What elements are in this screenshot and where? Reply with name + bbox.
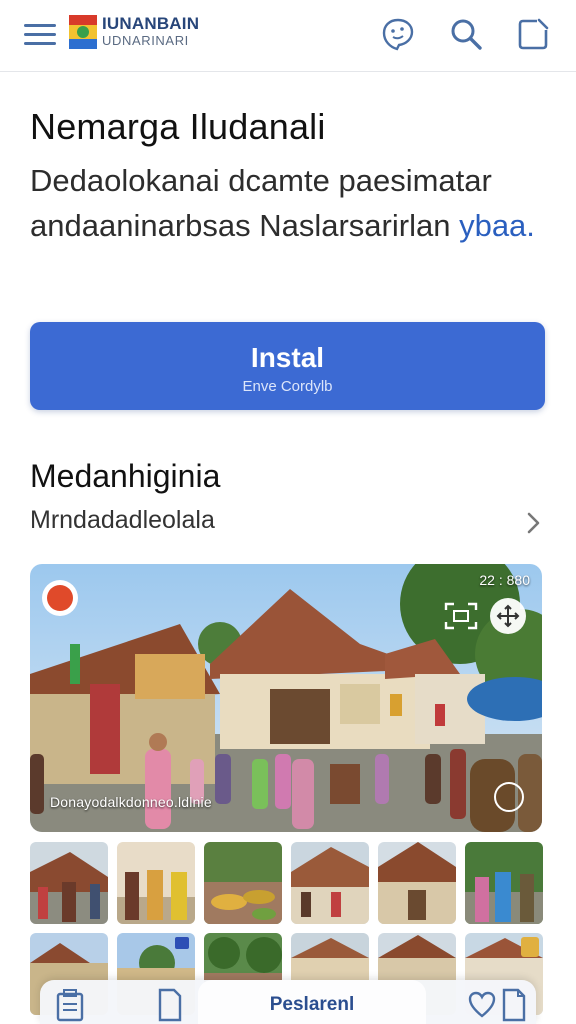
thumbnail-1[interactable] <box>30 842 108 924</box>
top-app-bar: IUNANBAIN UDNARINARI <box>0 0 576 72</box>
thumbnail-3[interactable] <box>204 842 282 924</box>
brand-title: IUNANBAIN <box>102 14 200 33</box>
description-text: Dedaolokanai dcamte paesimatar andaanina… <box>30 163 492 243</box>
thumbnail-2[interactable] <box>117 842 195 924</box>
photo-caption: Donayodalkdonneo.ldlnie <box>50 794 212 810</box>
page-title: Nemarga Iludanali <box>30 106 326 147</box>
edit-icon[interactable] <box>515 16 551 52</box>
search-icon[interactable] <box>448 16 484 52</box>
bottom-navigation: Peslarenl <box>40 980 536 1024</box>
file-icon[interactable] <box>498 988 530 1022</box>
thumbnail-6[interactable] <box>465 842 543 924</box>
brand-subtitle: UDNARINARI <box>102 33 189 48</box>
emblem-logo <box>69 15 97 49</box>
face-icon[interactable] <box>380 16 416 52</box>
document-icon[interactable] <box>54 988 86 1022</box>
install-button[interactable]: Instal Enve Cordylb <box>30 322 545 410</box>
page-description: Dedaolokanai dcamte paesimatar andaanina… <box>30 158 550 248</box>
menu-icon[interactable] <box>24 22 58 48</box>
thumbnail-4[interactable] <box>291 842 369 924</box>
play-icon[interactable] <box>494 782 524 812</box>
install-button-label: Instal <box>250 342 325 373</box>
install-button-sublabel: Enve Cordylb <box>242 378 333 395</box>
move-icon[interactable] <box>490 598 526 634</box>
page-icon[interactable] <box>154 988 186 1022</box>
chevron-right-icon[interactable] <box>520 508 546 538</box>
thumbnail-5[interactable] <box>378 842 456 924</box>
heart-icon[interactable] <box>466 988 498 1022</box>
section-subtitle: Mrndadadleolala <box>30 506 215 534</box>
location-badge-icon <box>42 580 78 616</box>
scan-icon[interactable] <box>444 602 478 630</box>
photo-timestamp: 22 : 880 <box>479 572 530 588</box>
brand-name: IUNANBAIN UDNARINARI <box>102 14 199 49</box>
active-tab-label: Peslarenl <box>269 994 355 1015</box>
featured-village-photo[interactable]: 22 : 880 Donayodalkdonneo.ldlnie <box>30 564 542 832</box>
description-link[interactable]: ybaa. <box>459 208 535 243</box>
section-title: Medanhiginia <box>30 458 221 494</box>
bottom-nav-active-tab[interactable]: Peslarenl <box>198 980 426 1024</box>
